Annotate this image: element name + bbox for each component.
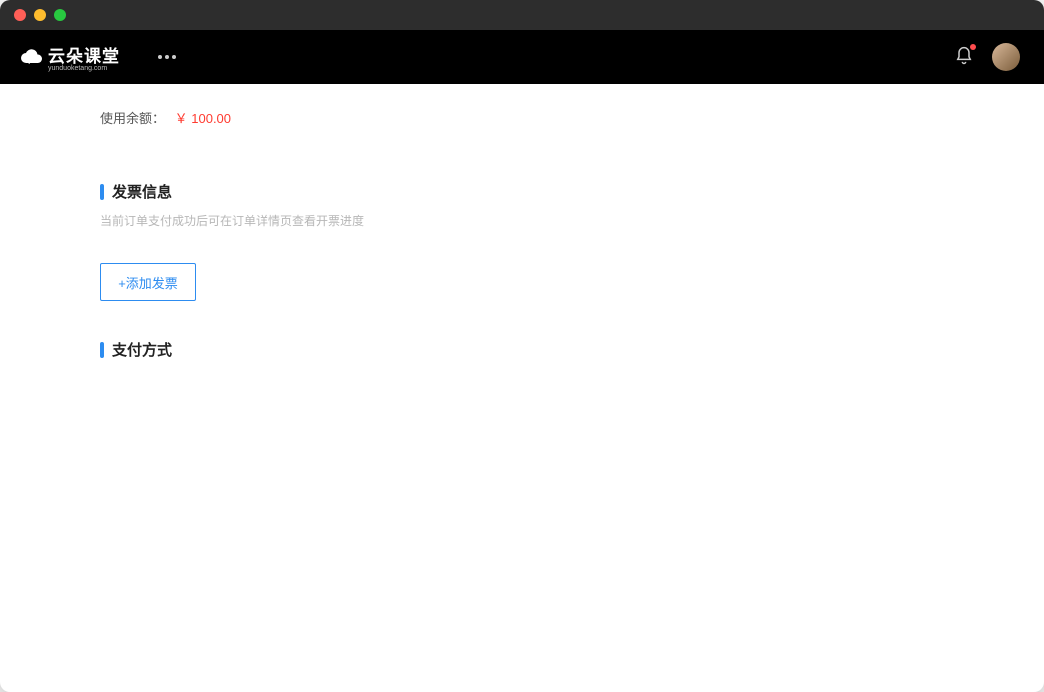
- brand-subtext: yunduoketang.com: [48, 65, 120, 72]
- payment-heading: 支付方式: [100, 339, 944, 360]
- invoice-heading: 发票信息: [100, 181, 944, 202]
- maximize-window-icon[interactable]: [54, 9, 66, 21]
- nav-right: [954, 43, 1020, 71]
- notification-bell-icon[interactable]: [954, 46, 974, 69]
- window-titlebar: [0, 0, 1044, 30]
- brand-logo[interactable]: 云朵课堂 yunduoketang.com: [20, 42, 120, 72]
- close-window-icon[interactable]: [14, 9, 26, 21]
- user-avatar[interactable]: [992, 43, 1020, 71]
- minimize-window-icon[interactable]: [34, 9, 46, 21]
- cloud-icon: [20, 45, 44, 69]
- balance-line: 使用余额： ￥ 100.00: [100, 104, 944, 143]
- browser-frame: 云朵课堂 yunduoketang.com 使用余额： ￥ 100.00 发票信…: [0, 0, 1044, 692]
- payment-section: 支付方式: [100, 339, 944, 456]
- notification-dot: [970, 44, 976, 50]
- top-nav: 云朵课堂 yunduoketang.com: [0, 30, 1044, 84]
- add-invoice-button[interactable]: +添加发票: [100, 263, 196, 301]
- invoice-section: 发票信息 当前订单支付成功后可在订单详情页查看开票进度 +添加发票: [100, 181, 944, 301]
- balance-label: 使用余额：: [100, 111, 165, 126]
- page-content: 使用余额： ￥ 100.00 发票信息 当前订单支付成功后可在订单详情页查看开票…: [0, 84, 1044, 692]
- invoice-subtext: 当前订单支付成功后可在订单详情页查看开票进度: [100, 212, 944, 229]
- nav-more-icon[interactable]: [140, 55, 194, 59]
- balance-amount: ￥ 100.00: [175, 111, 231, 126]
- brand-text: 云朵课堂: [48, 47, 120, 66]
